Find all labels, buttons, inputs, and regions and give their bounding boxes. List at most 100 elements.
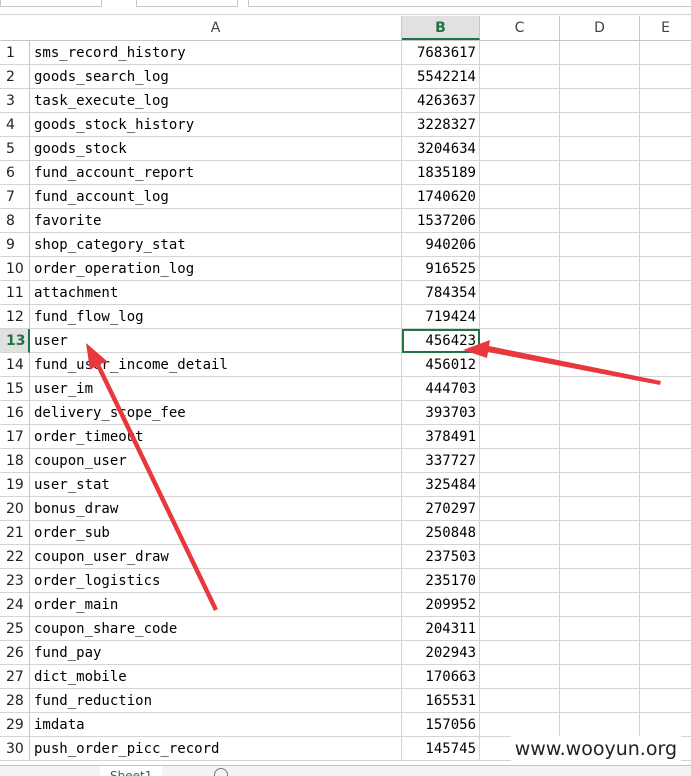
empty-cell[interactable] bbox=[480, 89, 560, 113]
cell-row-count[interactable]: 250848 bbox=[402, 521, 480, 545]
empty-cell[interactable] bbox=[560, 689, 640, 713]
empty-cell[interactable] bbox=[640, 665, 691, 689]
cell-row-count[interactable]: 1740620 bbox=[402, 185, 480, 209]
formula-bar-controls[interactable] bbox=[136, 0, 238, 7]
cell-row-count[interactable]: 1537206 bbox=[402, 209, 480, 233]
cell-row-count[interactable]: 393703 bbox=[402, 401, 480, 425]
row-header[interactable]: 9 bbox=[0, 233, 30, 257]
empty-cell[interactable] bbox=[560, 641, 640, 665]
cell-row-count[interactable]: 1835189 bbox=[402, 161, 480, 185]
cell-table-name[interactable]: favorite bbox=[30, 209, 402, 233]
empty-cell[interactable] bbox=[480, 305, 560, 329]
empty-cell[interactable] bbox=[640, 65, 691, 89]
row-header[interactable]: 27 bbox=[0, 665, 30, 689]
cell-row-count[interactable]: 456012 bbox=[402, 353, 480, 377]
cell-table-name[interactable]: user_im bbox=[30, 377, 402, 401]
empty-cell[interactable] bbox=[560, 353, 640, 377]
empty-cell[interactable] bbox=[560, 329, 640, 353]
row-header[interactable]: 1 bbox=[0, 41, 30, 65]
row-header[interactable]: 26 bbox=[0, 641, 30, 665]
empty-cell[interactable] bbox=[640, 617, 691, 641]
empty-cell[interactable] bbox=[480, 41, 560, 65]
empty-cell[interactable] bbox=[640, 329, 691, 353]
empty-cell[interactable] bbox=[480, 449, 560, 473]
empty-cell[interactable] bbox=[480, 617, 560, 641]
cell-table-name[interactable]: coupon_user bbox=[30, 449, 402, 473]
cell-table-name[interactable]: user_stat bbox=[30, 473, 402, 497]
empty-cell[interactable] bbox=[640, 353, 691, 377]
empty-cell[interactable] bbox=[640, 593, 691, 617]
cell-row-count[interactable]: 202943 bbox=[402, 641, 480, 665]
cell-table-name[interactable]: attachment bbox=[30, 281, 402, 305]
empty-cell[interactable] bbox=[640, 401, 691, 425]
cell-table-name[interactable]: fund_pay bbox=[30, 641, 402, 665]
empty-cell[interactable] bbox=[640, 497, 691, 521]
empty-cell[interactable] bbox=[640, 425, 691, 449]
cell-row-count[interactable]: 784354 bbox=[402, 281, 480, 305]
cell-table-name[interactable]: goods_stock_history bbox=[30, 113, 402, 137]
cell-table-name[interactable]: order_sub bbox=[30, 521, 402, 545]
empty-cell[interactable] bbox=[560, 713, 640, 737]
empty-cell[interactable] bbox=[560, 497, 640, 521]
empty-cell[interactable] bbox=[560, 545, 640, 569]
row-header[interactable]: 24 bbox=[0, 593, 30, 617]
cell-table-name[interactable]: shop_category_stat bbox=[30, 233, 402, 257]
empty-cell[interactable] bbox=[560, 617, 640, 641]
cell-table-name[interactable]: fund_account_log bbox=[30, 185, 402, 209]
empty-cell[interactable] bbox=[480, 401, 560, 425]
empty-cell[interactable] bbox=[480, 545, 560, 569]
cell-row-count[interactable]: 378491 bbox=[402, 425, 480, 449]
cell-row-count[interactable]: 157056 bbox=[402, 713, 480, 737]
empty-cell[interactable] bbox=[640, 281, 691, 305]
empty-cell[interactable] bbox=[560, 473, 640, 497]
row-header[interactable]: 22 bbox=[0, 545, 30, 569]
empty-cell[interactable] bbox=[640, 257, 691, 281]
empty-cell[interactable] bbox=[640, 521, 691, 545]
empty-cell[interactable] bbox=[560, 449, 640, 473]
cell-table-name[interactable]: dict_mobile bbox=[30, 665, 402, 689]
empty-cell[interactable] bbox=[480, 377, 560, 401]
cell-row-count[interactable]: 204311 bbox=[402, 617, 480, 641]
cell-row-count[interactable]: 235170 bbox=[402, 569, 480, 593]
column-header-c[interactable]: C bbox=[480, 16, 560, 40]
name-box[interactable] bbox=[0, 0, 102, 7]
empty-cell[interactable] bbox=[480, 425, 560, 449]
empty-cell[interactable] bbox=[560, 377, 640, 401]
empty-cell[interactable] bbox=[640, 89, 691, 113]
cell-table-name[interactable]: order_timeout bbox=[30, 425, 402, 449]
empty-cell[interactable] bbox=[560, 593, 640, 617]
empty-cell[interactable] bbox=[480, 521, 560, 545]
cell-table-name[interactable]: fund_user_income_detail bbox=[30, 353, 402, 377]
row-header[interactable]: 11 bbox=[0, 281, 30, 305]
cell-row-count[interactable]: 325484 bbox=[402, 473, 480, 497]
add-sheet-icon[interactable] bbox=[214, 768, 228, 776]
cell-table-name[interactable]: fund_reduction bbox=[30, 689, 402, 713]
empty-cell[interactable] bbox=[480, 281, 560, 305]
empty-cell[interactable] bbox=[560, 89, 640, 113]
cell-table-name[interactable]: delivery_scope_fee bbox=[30, 401, 402, 425]
empty-cell[interactable] bbox=[640, 545, 691, 569]
empty-cell[interactable] bbox=[560, 257, 640, 281]
column-header-e[interactable]: E bbox=[640, 16, 691, 40]
row-header[interactable]: 18 bbox=[0, 449, 30, 473]
column-header-a[interactable]: A bbox=[30, 16, 402, 40]
row-header[interactable]: 16 bbox=[0, 401, 30, 425]
empty-cell[interactable] bbox=[480, 161, 560, 185]
cell-row-count[interactable]: 719424 bbox=[402, 305, 480, 329]
empty-cell[interactable] bbox=[640, 305, 691, 329]
row-header[interactable]: 10 bbox=[0, 257, 30, 281]
row-header[interactable]: 14 bbox=[0, 353, 30, 377]
row-header[interactable]: 5 bbox=[0, 137, 30, 161]
empty-cell[interactable] bbox=[640, 449, 691, 473]
row-header[interactable]: 30 bbox=[0, 737, 30, 761]
cell-table-name[interactable]: user bbox=[30, 329, 402, 353]
row-header[interactable]: 17 bbox=[0, 425, 30, 449]
empty-cell[interactable] bbox=[480, 689, 560, 713]
empty-cell[interactable] bbox=[480, 185, 560, 209]
sheet-tab-sheet1[interactable]: Sheet1 bbox=[100, 766, 163, 776]
cell-row-count[interactable]: 270297 bbox=[402, 497, 480, 521]
empty-cell[interactable] bbox=[480, 473, 560, 497]
cell-table-name[interactable]: push_order_picc_record bbox=[30, 737, 402, 761]
empty-cell[interactable] bbox=[480, 65, 560, 89]
empty-cell[interactable] bbox=[480, 113, 560, 137]
